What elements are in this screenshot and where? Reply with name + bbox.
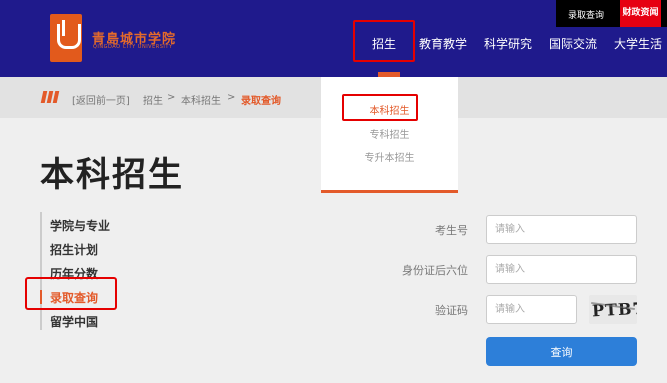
breadcrumb-bars-icon bbox=[40, 91, 62, 103]
top-link-finance-news[interactable]: 财政资闻 bbox=[620, 0, 661, 27]
captcha-label: 验证码 bbox=[435, 304, 468, 317]
site-header: 青島城市学院 QINGDAO CITY UNIVERSITY 录取查询 | 财政… bbox=[0, 0, 667, 77]
id-last6-label: 身份证后六位 bbox=[402, 264, 468, 277]
side-nav: 学院与专业 招生计划 历年分数 录取查询 留学中国 bbox=[40, 212, 120, 330]
exam-number-label: 考生号 bbox=[435, 224, 468, 237]
side-nav-highlight-box bbox=[25, 277, 117, 310]
captcha-input[interactable] bbox=[486, 295, 577, 324]
dropdown-highlight-box bbox=[342, 94, 418, 121]
breadcrumb-current: 录取查询 bbox=[241, 96, 281, 107]
nav-item-international[interactable]: 国际交流 bbox=[549, 35, 597, 52]
dropdown-item-junior-college[interactable]: 专科招生 bbox=[321, 126, 458, 141]
side-nav-item-colleges[interactable]: 学院与专业 bbox=[50, 217, 110, 234]
side-nav-item-plans[interactable]: 招生计划 bbox=[50, 241, 98, 258]
query-button[interactable]: 查询 bbox=[486, 337, 637, 366]
breadcrumb-separator: > bbox=[167, 92, 176, 103]
nav-item-label: 招生 bbox=[371, 37, 396, 51]
side-nav-item-study-in-china[interactable]: 留学中国 bbox=[50, 313, 98, 330]
captcha-image[interactable]: PTB7 bbox=[589, 295, 637, 324]
page-title: 本科招生 bbox=[40, 155, 184, 195]
dropdown-item-upgrade[interactable]: 专升本招生 bbox=[321, 149, 458, 164]
breadcrumb-item-admissions[interactable]: 招生 bbox=[143, 92, 163, 107]
breadcrumb-back-link[interactable]: [返回前一页] bbox=[72, 92, 130, 107]
breadcrumb-item-undergrad[interactable]: 本科招生 bbox=[181, 92, 221, 107]
breadcrumb-separator: > bbox=[227, 92, 236, 103]
nav-item-campus-life[interactable]: 大学生活 bbox=[614, 35, 662, 52]
university-logo[interactable] bbox=[50, 14, 82, 62]
brand-name-en: QINGDAO CITY UNIVERSITY bbox=[93, 44, 173, 50]
id-last6-input[interactable] bbox=[486, 255, 637, 284]
nav-item-admissions[interactable]: 招生 bbox=[353, 20, 415, 62]
top-link-admission-lookup[interactable]: 录取查询 bbox=[568, 8, 604, 21]
exam-number-input[interactable] bbox=[486, 215, 637, 244]
nav-item-research[interactable]: 科学研究 bbox=[484, 35, 532, 52]
nav-item-education[interactable]: 教育教学 bbox=[419, 35, 467, 52]
